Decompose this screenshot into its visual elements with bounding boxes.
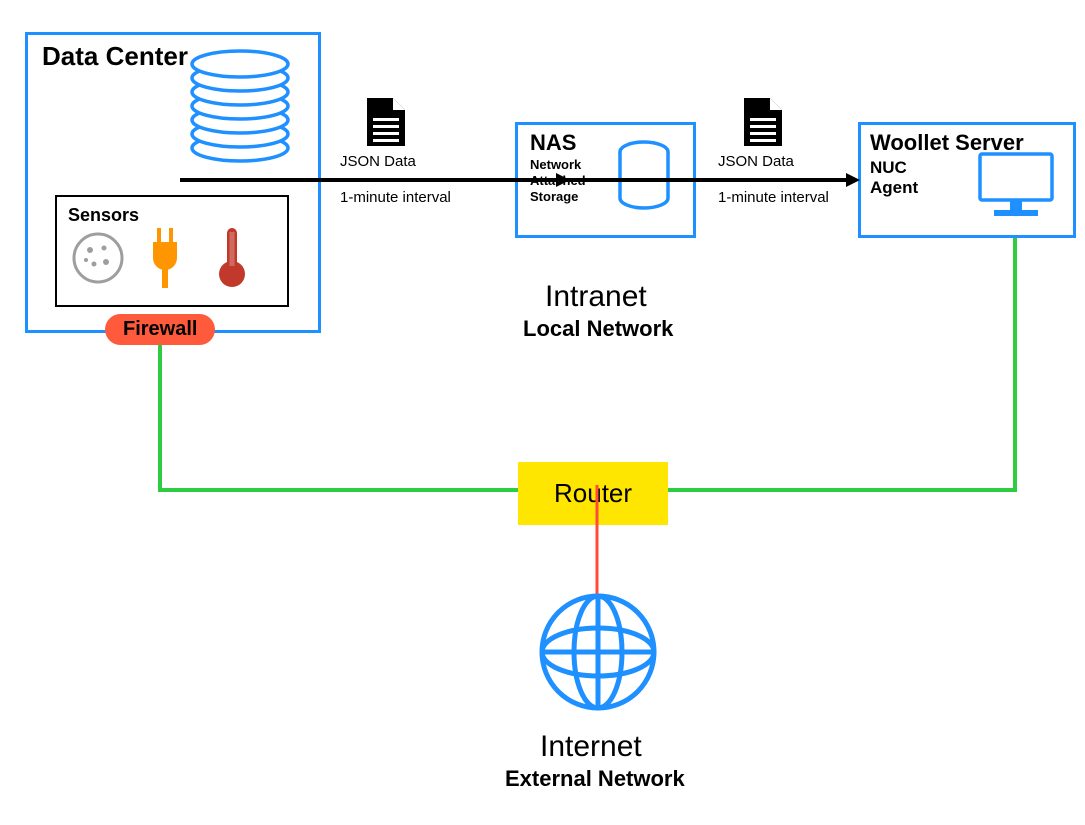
motion-sensor-icon [70, 230, 126, 286]
nas-sub3: Storage [530, 190, 578, 205]
nas-title: NAS [530, 130, 576, 155]
power-plug-icon [145, 228, 185, 290]
thermometer-icon [215, 224, 249, 290]
router-box: Router [518, 462, 668, 525]
sensors-title: Sensors [68, 205, 139, 226]
flow2-top-label: JSON Data [718, 153, 794, 170]
flow1-bottom-label: 1-minute interval [340, 189, 451, 206]
intranet-sub: Local Network [523, 316, 673, 341]
storage-cylinder-icon [615, 140, 673, 214]
woollet-sub2: Agent [870, 178, 918, 198]
datacenter-title: Data Center [42, 42, 188, 72]
internet-sub: External Network [505, 766, 685, 791]
intranet-title: Intranet [545, 280, 647, 315]
nas-sub1: Network [530, 158, 581, 173]
file-icon-1 [365, 96, 407, 148]
nas-sub2: Attached [530, 174, 586, 189]
flow1-top-label: JSON Data [340, 153, 416, 170]
firewall-badge: Firewall [105, 314, 215, 345]
flow2-bottom-label: 1-minute interval [718, 189, 829, 206]
monitor-icon [976, 150, 1056, 222]
file-icon-2 [742, 96, 784, 148]
woollet-sub1: NUC [870, 158, 907, 178]
internet-title: Internet [540, 730, 642, 765]
database-stack-icon [180, 48, 300, 168]
globe-icon [536, 590, 660, 714]
